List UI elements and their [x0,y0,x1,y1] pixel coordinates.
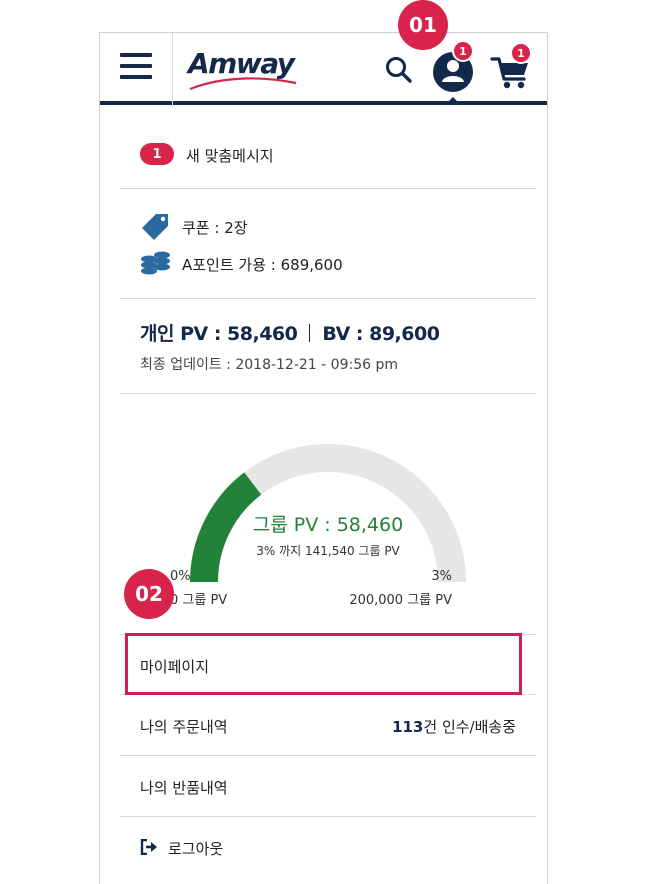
mobile-frame: Amway 1 1 1 새 맞춤메시지 쿠폰: 2장 A포인트 가용: 68… [99,32,548,884]
amway-logo[interactable]: Amway [186,47,298,91]
menu-mypage-label: 마이페이지 [140,658,210,676]
logo-swoosh [189,77,297,91]
message-row[interactable]: 1 새 맞춤메시지 [120,109,536,189]
points-text[interactable]: A포인트 가용 : 689,600 [182,254,343,275]
orders-status-text: 건 인수/배송중 [423,718,516,736]
menu-orders[interactable]: 나의 주문내역 113건 인수/배송중 [120,695,536,756]
gauge-max-percent: 3% [431,569,452,584]
cart-badge: 1 [510,42,532,64]
menu-returns-label: 나의 반품내역 [140,779,228,797]
benefits-row: 쿠폰 : 2장 A포인트 가용 : 689,600 [120,189,536,299]
search-icon[interactable] [384,55,414,85]
coupon-tag-icon [140,213,172,245]
step-marker-02: 02 [124,569,174,619]
group-pv-gauge: 그룹 PV : 58,460 3% 까지 141,540 그룹 PV 0% 0 … [120,394,536,634]
menu-orders-label: 나의 주문내역 [140,718,228,736]
menu-logout-label: 로그아웃 [168,840,224,858]
personal-pv: 개인 PV : 58,460 [140,323,298,345]
coupon-text[interactable]: 쿠폰 : 2장 [182,217,248,238]
header-bar: Amway 1 1 [100,33,547,105]
header-divider [172,33,173,105]
menu-icon[interactable] [120,53,152,79]
gauge-min-value: 0 그룹 PV [170,593,228,608]
gauge-chart [190,444,466,583]
last-updated: 최종 업데이트 : 2018-12-21 - 09:56 pm [140,357,398,373]
gauge-min-percent: 0% [170,569,191,584]
pv-divider [309,324,311,342]
pv-summary: 개인 PV : 58,460 BV : 89,600 [140,319,440,346]
gauge-max-value: 200,000 그룹 PV [349,593,452,608]
message-label: 새 맞춤메시지 [186,147,274,165]
bv-value: BV : 89,600 [322,323,440,345]
menu-logout[interactable]: 로그아웃 [120,817,536,878]
logo-text: Amway [188,47,295,80]
account-badge: 1 [452,40,474,62]
coins-icon [140,251,172,283]
message-count-badge: 1 [140,143,174,165]
orders-status: 113건 인수/배송중 [392,716,516,737]
gauge-subtitle: 3% 까지 141,540 그룹 PV [256,544,400,558]
pv-row: 개인 PV : 58,460 BV : 89,600 최종 업데이트 : 2018… [120,299,536,394]
step-marker-01: 01 [398,0,448,50]
active-caret [445,97,461,105]
gauge-title: 그룹 PV : 58,460 [252,514,404,536]
orders-count: 113 [392,718,424,736]
menu-mypage[interactable]: 마이페이지 [120,634,536,695]
menu-returns[interactable]: 나의 반품내역 [120,756,536,817]
logout-icon [140,839,157,855]
